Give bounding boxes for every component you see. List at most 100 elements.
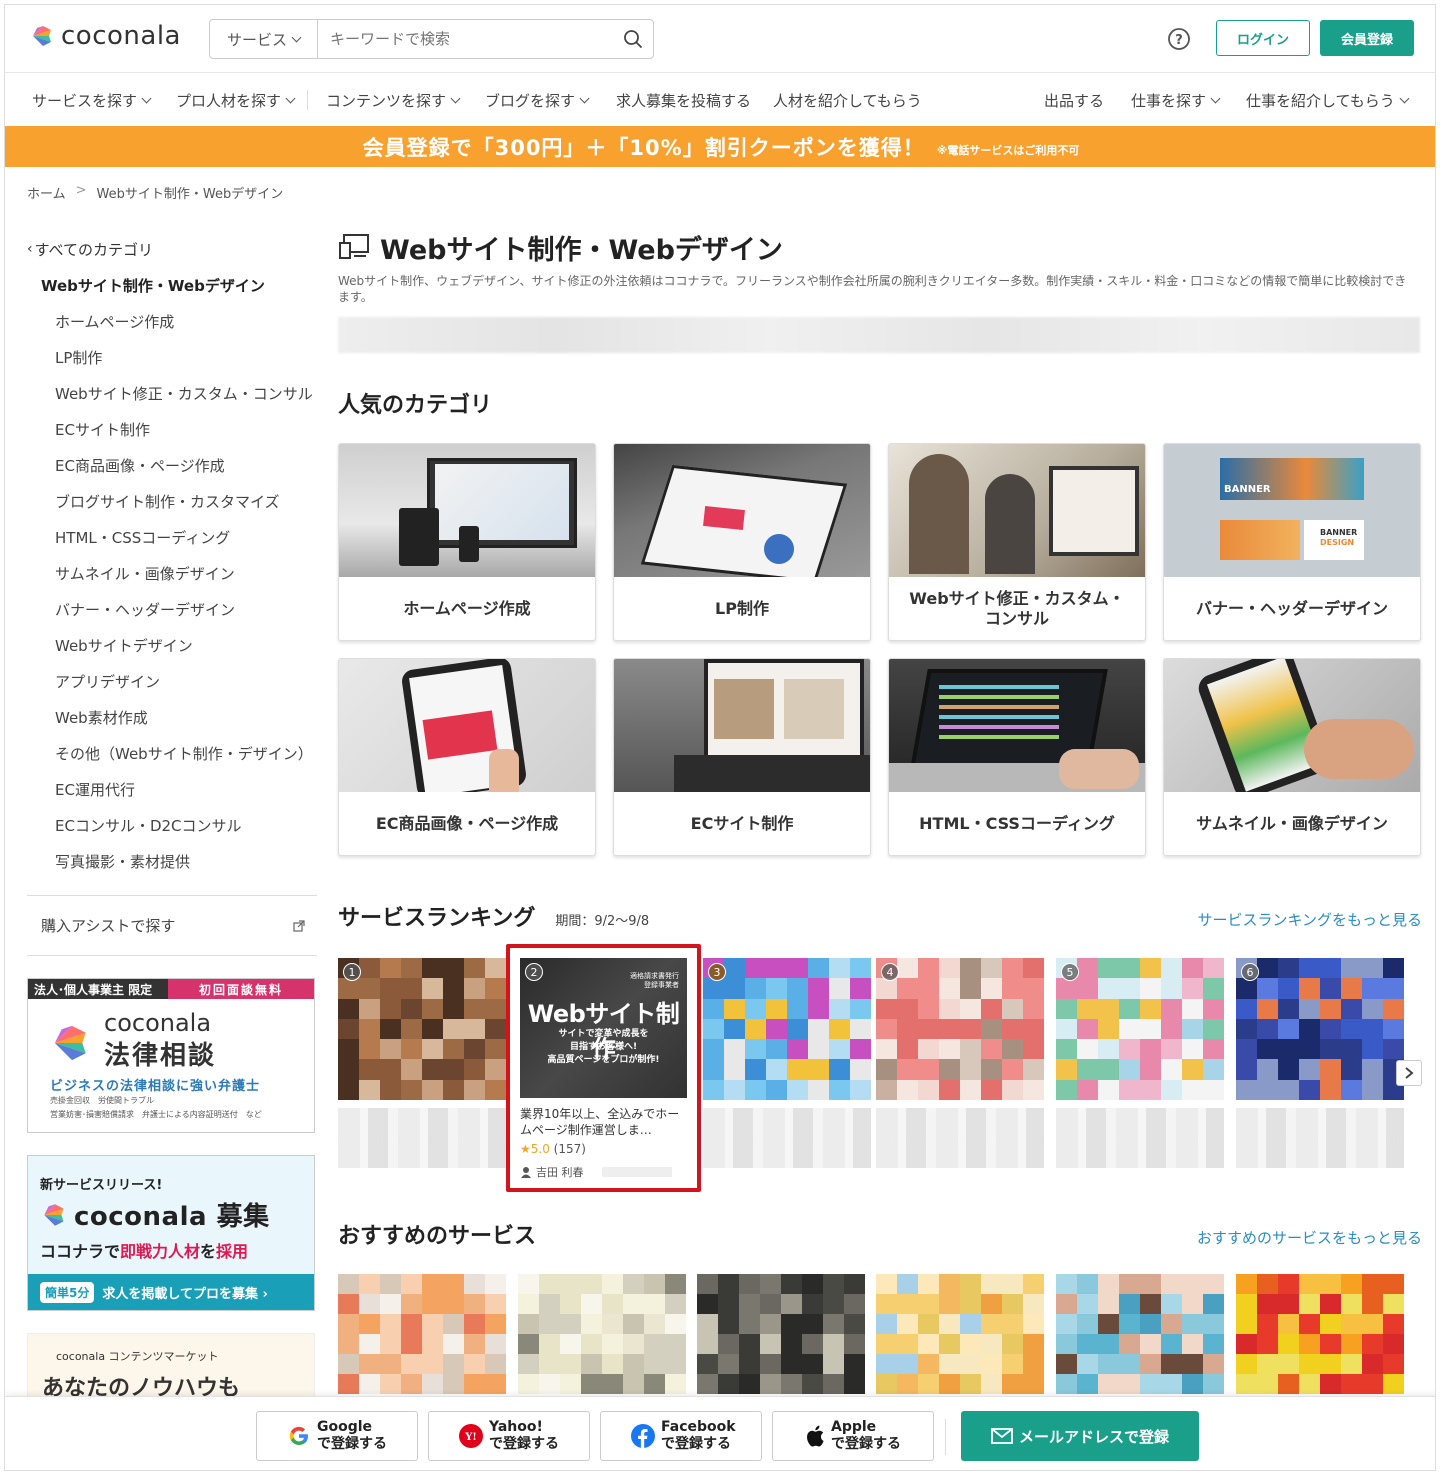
pixel-block bbox=[844, 1314, 865, 1334]
facebook-signup-button[interactable]: Facebook で登録する bbox=[600, 1411, 762, 1461]
recruit-ad[interactable]: 新サービスリリース! coconala 募集 ココナラで即戦力人材を採用 簡単5… bbox=[27, 1155, 315, 1311]
pixel-block bbox=[1182, 1314, 1203, 1334]
recommend-carousel bbox=[338, 1274, 1422, 1394]
pixel-block bbox=[1161, 1018, 1182, 1040]
sidebar-item[interactable]: Webサイト修正・カスタム・コンサル bbox=[27, 375, 317, 411]
ranking-card[interactable]: 4 bbox=[876, 958, 1044, 1178]
search-button[interactable] bbox=[613, 20, 653, 58]
pixel-block bbox=[939, 1374, 960, 1394]
sidebar-back-all-categories[interactable]: ‹ すべてのカテゴリ bbox=[27, 231, 317, 267]
sidebar-item[interactable]: サムネイル・画像デザイン bbox=[27, 555, 317, 591]
sidebar-item[interactable]: HTML・CSSコーディング bbox=[27, 519, 317, 555]
sidebar-item[interactable]: その他（Webサイト制作・デザイン） bbox=[27, 735, 317, 771]
breadcrumb-home[interactable]: ホーム bbox=[27, 183, 66, 202]
pixel-block bbox=[1299, 1354, 1320, 1374]
nav-label: 出品する bbox=[1044, 91, 1105, 110]
nav-post-job[interactable]: 求人募集を投稿する bbox=[616, 74, 751, 126]
purchase-assist-link[interactable]: 購入アシストで探す bbox=[27, 896, 317, 956]
nav-find-services[interactable]: サービスを探す bbox=[32, 74, 152, 126]
pixel-block bbox=[644, 1354, 665, 1374]
yahoo-signup-button[interactable]: Y! Yahoo! で登録する bbox=[428, 1411, 590, 1461]
recommend-card[interactable] bbox=[697, 1274, 865, 1394]
nav-find-jobs[interactable]: 仕事を探す bbox=[1131, 74, 1221, 126]
pixel-block bbox=[401, 1079, 422, 1100]
promo-banner[interactable]: 会員登録で「300円」＋「10%」割引クーポンを獲得！ ※電話サービスはご利用不… bbox=[5, 126, 1435, 167]
nav-find-pros[interactable]: プロ人材を探す bbox=[176, 74, 296, 126]
category-card[interactable]: サムネイル・画像デザイン bbox=[1163, 658, 1421, 856]
category-card[interactable]: BANNER BANNER DESIGN バナー・ヘッダーデザイン bbox=[1163, 443, 1421, 641]
pixel-block bbox=[1140, 1354, 1161, 1374]
featured-title: 業界10年以上、全込みでホームページ制作運営しま… bbox=[520, 1107, 680, 1137]
nav-find-blogs[interactable]: ブログを探す bbox=[485, 74, 590, 126]
category-card[interactable]: LP制作 bbox=[613, 443, 871, 641]
blurred-thumbnail bbox=[1236, 1274, 1404, 1394]
nav-find-contents[interactable]: コンテンツを探す bbox=[326, 74, 461, 126]
pixel-block bbox=[1362, 1314, 1383, 1334]
category-card[interactable]: ECサイト制作 bbox=[613, 658, 871, 856]
category-card[interactable]: ホームページ作成 bbox=[338, 443, 596, 641]
sidebar-item[interactable]: ブログサイト制作・カスタマイズ bbox=[27, 483, 317, 519]
ranking-card[interactable]: 5 bbox=[1056, 958, 1224, 1178]
carousel-next-button[interactable] bbox=[1396, 1060, 1422, 1086]
legal-ad-subtitle: ビジネスの法律相談に強い弁護士 bbox=[50, 1079, 261, 1094]
pixel-block bbox=[1236, 1079, 1257, 1100]
sidebar-item[interactable]: ECコンサル・D2Cコンサル bbox=[27, 807, 317, 843]
legal-consult-ad[interactable]: 法人･個人事業主 限定 初回面談無料 coconala 法律相談 ビジネスの法律… bbox=[27, 978, 315, 1133]
sidebar-item[interactable]: アプリデザイン bbox=[27, 663, 317, 699]
pixel-block bbox=[1023, 1079, 1044, 1100]
apple-signup-button[interactable]: Apple で登録する bbox=[772, 1411, 934, 1461]
recommend-card[interactable] bbox=[518, 1274, 686, 1394]
pixel-block bbox=[697, 1294, 718, 1314]
ranking-card[interactable]: 6 bbox=[1236, 958, 1404, 1178]
pixel-block bbox=[703, 1059, 724, 1080]
ranking-card[interactable]: 2 適格請求書発行 登録事業者 Webサイト制作 サイトで変革や成長を 目指すお… bbox=[520, 958, 687, 1180]
ranking-card[interactable]: 3 bbox=[703, 958, 871, 1178]
sidebar-item[interactable]: EC運用代行 bbox=[27, 771, 317, 807]
sidebar-item[interactable]: 写真撮影・素材提供 bbox=[27, 843, 317, 879]
google-signup-button[interactable]: Google で登録する bbox=[256, 1411, 418, 1461]
recommend-more-link[interactable]: おすすめのサービスをもっと見る bbox=[1197, 1227, 1422, 1248]
signup-button[interactable]: 会員登録 bbox=[1320, 20, 1414, 56]
sidebar-item[interactable]: Web素材作成 bbox=[27, 699, 317, 735]
pixel-block bbox=[380, 1374, 401, 1394]
pixel-block bbox=[802, 1274, 823, 1294]
nav-introduce-talent[interactable]: 人材を紹介してもらう bbox=[773, 74, 922, 126]
ranking-card[interactable]: 1 bbox=[338, 958, 506, 1178]
pixel-block bbox=[718, 1294, 739, 1314]
pixel-block bbox=[1056, 1274, 1077, 1294]
email-signup-button[interactable]: メールアドレスで登録 bbox=[961, 1411, 1199, 1461]
pixel-block bbox=[1257, 1374, 1278, 1394]
sidebar-item[interactable]: EC商品画像・ページ作成 bbox=[27, 447, 317, 483]
nav-sell[interactable]: 出品する bbox=[1044, 74, 1104, 126]
pixel-block bbox=[560, 1374, 581, 1394]
login-button[interactable]: ログイン bbox=[1216, 20, 1310, 56]
recruit-ad-cta[interactable]: 簡単5分 求人を掲載してプロを募集 › bbox=[28, 1274, 314, 1310]
sidebar-item[interactable]: バナー・ヘッダーデザイン bbox=[27, 591, 317, 627]
sidebar-item[interactable]: ECサイト制作 bbox=[27, 411, 317, 447]
sidebar-item[interactable]: LP制作 bbox=[27, 339, 317, 375]
pixel-block bbox=[644, 1374, 665, 1394]
recommend-card[interactable] bbox=[1236, 1274, 1404, 1394]
pixel-block bbox=[1098, 1039, 1119, 1060]
nav-introduce-jobs[interactable]: 仕事を紹介してもらう bbox=[1246, 74, 1410, 126]
help-icon[interactable]: ? bbox=[1167, 27, 1191, 51]
search-category-select[interactable]: サービス bbox=[210, 20, 318, 58]
category-card[interactable]: Webサイト修正・カスタム・コンサル bbox=[888, 443, 1146, 641]
featured-ranking-card-highlight[interactable]: 2 適格請求書発行 登録事業者 Webサイト制作 サイトで変革や成長を 目指すお… bbox=[506, 944, 701, 1192]
sidebar-item[interactable]: Webサイトデザイン bbox=[27, 627, 317, 663]
recommend-card[interactable] bbox=[876, 1274, 1044, 1394]
pixel-block bbox=[876, 1274, 897, 1294]
sidebar-current-category[interactable]: Webサイト制作・Webデザイン bbox=[27, 267, 317, 303]
breadcrumb-current[interactable]: Webサイト制作・Webデザイン bbox=[97, 183, 284, 202]
site-logo[interactable]: coconala bbox=[29, 21, 181, 51]
category-card[interactable]: HTML・CSSコーディング bbox=[888, 658, 1146, 856]
pixel-block bbox=[1362, 1334, 1383, 1354]
sidebar-item[interactable]: ホームページ作成 bbox=[27, 303, 317, 339]
category-card[interactable]: EC商品画像・ページ作成 bbox=[338, 658, 596, 856]
search-input[interactable] bbox=[318, 20, 613, 58]
google-icon bbox=[289, 1426, 309, 1446]
recommend-card[interactable] bbox=[338, 1274, 506, 1394]
pixel-block bbox=[918, 1374, 939, 1394]
recommend-card[interactable] bbox=[1056, 1274, 1224, 1394]
ranking-more-link[interactable]: サービスランキングをもっと見る bbox=[1197, 909, 1422, 930]
